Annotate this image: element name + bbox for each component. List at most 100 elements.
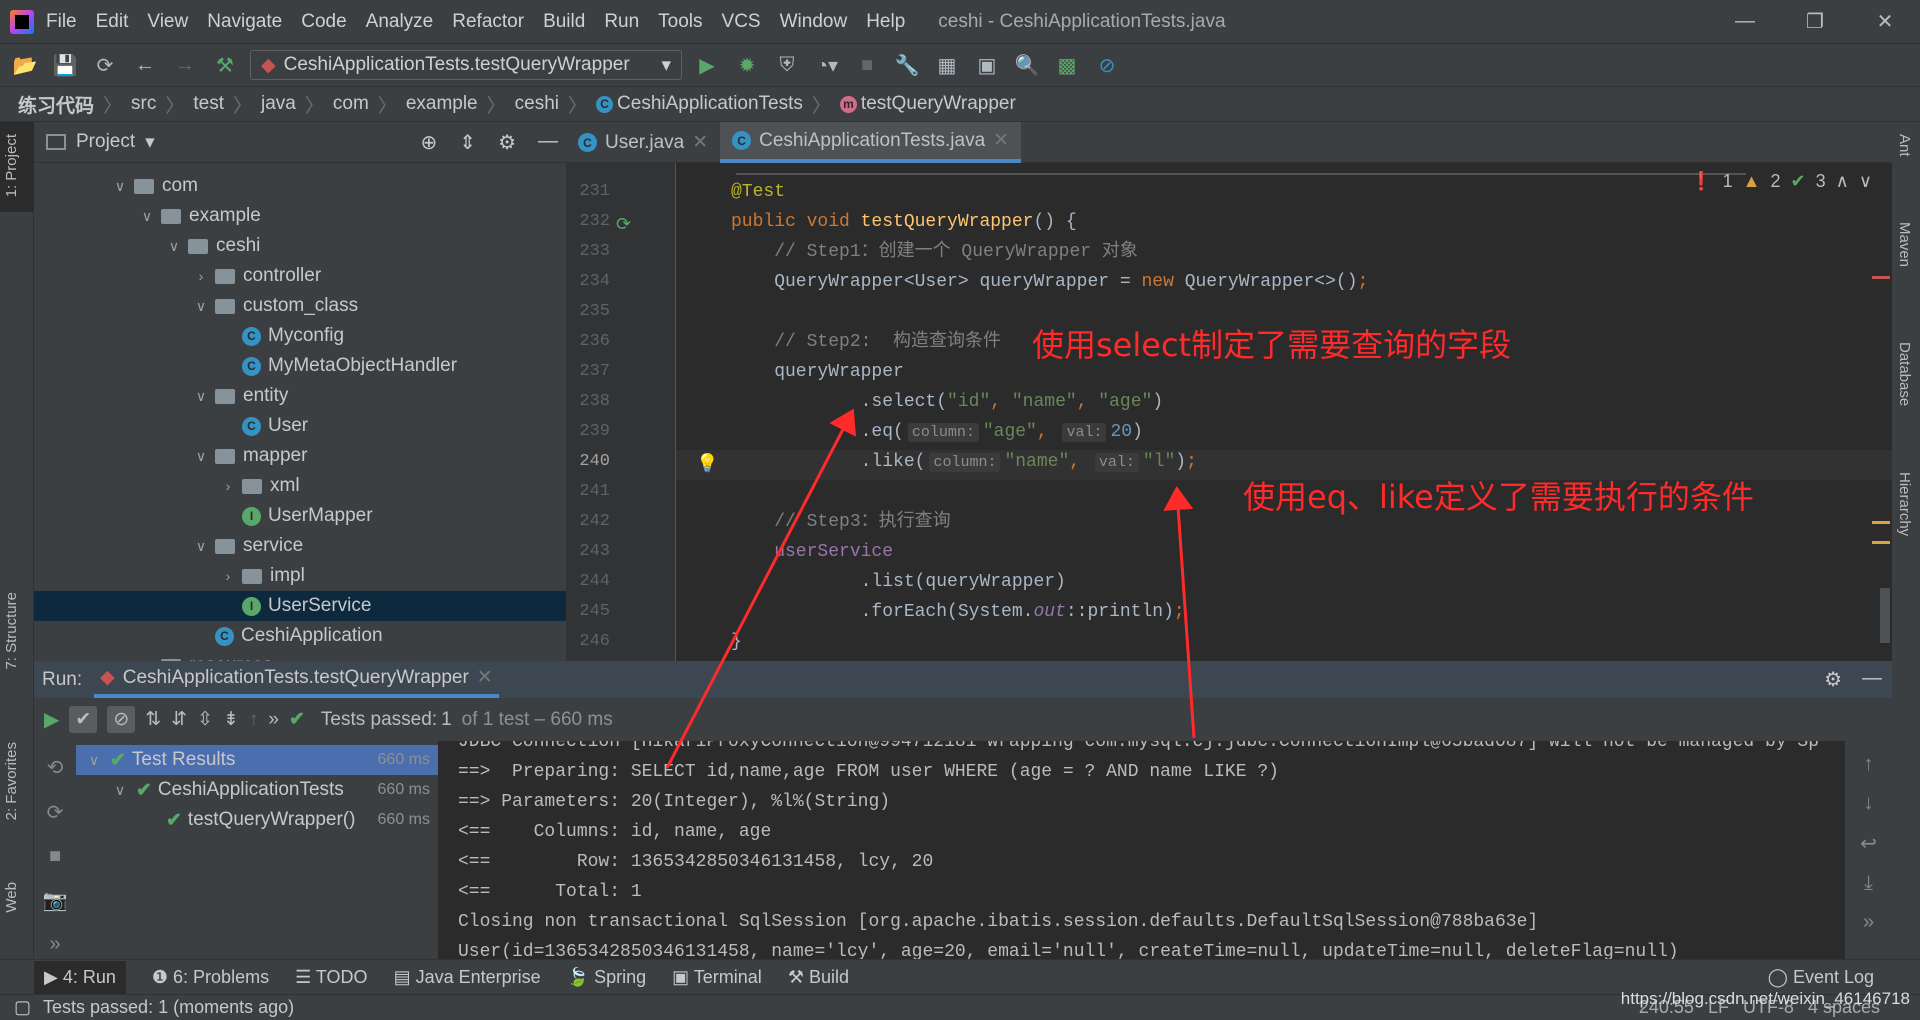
spring-tool-button[interactable]: 🍃 Spring [567, 967, 646, 988]
tab-ceshiapplicationtests-java[interactable]: C CeshiApplicationTests.java ✕ [720, 122, 1022, 163]
tree-item-example[interactable]: ∨ example [34, 201, 566, 231]
scroll-up-icon[interactable]: ↑ [1864, 753, 1874, 776]
menu-view[interactable]: View [147, 11, 188, 33]
stop-icon[interactable]: ■ [49, 845, 61, 868]
breadcrumb-method[interactable]: testQueryWrapper [861, 93, 1016, 115]
close-tab-icon[interactable]: ✕ [692, 131, 708, 154]
breadcrumb-src[interactable]: src [131, 93, 156, 115]
tree-item-xml[interactable]: › xml [34, 471, 566, 501]
collapse-all-icon[interactable]: ⇟ [223, 708, 239, 731]
run-icon[interactable]: ▶ [692, 53, 722, 78]
chevron-down-icon[interactable]: ∨ [112, 178, 128, 195]
tree-item-mapper[interactable]: ∨ mapper [34, 441, 566, 471]
tree-item-custom_class[interactable]: ∨ custom_class [34, 291, 566, 321]
tree-item-controller[interactable]: › controller [34, 261, 566, 291]
restore-icon[interactable]: ❐ [1780, 9, 1850, 34]
tree-item-ceshi[interactable]: ∨ ceshi [34, 231, 566, 261]
forward-icon[interactable]: → [170, 54, 200, 77]
chevron-right-icon[interactable]: › [220, 478, 236, 494]
show-ignored-icon[interactable]: ⊘ [107, 706, 136, 733]
sync-icon[interactable]: ⟳ [90, 53, 120, 78]
web-tool-tab[interactable]: Web [3, 882, 20, 913]
debug-icon[interactable]: ✹ [732, 53, 762, 78]
build-tool-button[interactable]: ⚒ Build [788, 967, 849, 988]
error-stripe-mark[interactable] [1872, 276, 1890, 279]
menu-run[interactable]: Run [604, 11, 639, 33]
settings-wrench-icon[interactable]: 🔧 [892, 53, 922, 78]
menu-file[interactable]: File [46, 11, 77, 33]
tree-item-myconfig[interactable]: C Myconfig [34, 321, 566, 351]
lightbulb-icon[interactable]: 💡 [696, 453, 718, 474]
java-enterprise-tool-button[interactable]: ▤ Java Enterprise [394, 967, 541, 988]
close-window-icon[interactable]: ✕ [1850, 9, 1920, 34]
maven-tool-tab[interactable]: Maven [1896, 222, 1913, 267]
save-icon[interactable]: 💾 [50, 53, 80, 78]
sort-alphabetically-icon[interactable]: ⇅ [145, 708, 161, 731]
hierarchy-tool-tab[interactable]: Hierarchy [1896, 472, 1913, 536]
chevron-down-icon[interactable]: ∨ [166, 238, 182, 255]
tree-item-ceshiapplication[interactable]: C CeshiApplication [34, 621, 566, 651]
chevron-down-icon[interactable]: ∨ [139, 208, 155, 225]
breadcrumb-test[interactable]: test [193, 93, 224, 115]
close-tab-icon[interactable]: ✕ [993, 129, 1009, 152]
history-icon[interactable]: ⟲ [47, 755, 64, 780]
screenshot-icon[interactable]: 📷 [43, 888, 68, 913]
menu-window[interactable]: Window [780, 11, 848, 33]
test-tree-item[interactable]: ∨ ✔ CeshiApplicationTests 660 ms [76, 775, 438, 805]
close-tab-icon[interactable]: ✕ [477, 666, 493, 689]
menu-refactor[interactable]: Refactor [452, 11, 524, 33]
activity-monitor-icon[interactable]: ▩ [1052, 53, 1082, 78]
next-highlight-icon[interactable]: ∨ [1859, 171, 1872, 192]
breadcrumb-ceshi[interactable]: ceshi [515, 93, 559, 115]
hide-icon[interactable]: — [1862, 667, 1882, 692]
chevron-down-icon[interactable]: ▾ [145, 131, 155, 154]
show-passed-icon[interactable]: ✔ [69, 706, 98, 733]
todo-tool-button[interactable]: ☰ TODO [295, 967, 367, 988]
terminal-icon[interactable]: ▣ [972, 53, 1002, 78]
run-tab[interactable]: ◆ CeshiApplicationTests.testQueryWrapper… [94, 661, 499, 698]
breadcrumb-example[interactable]: example [406, 93, 478, 115]
tree-item-userservice[interactable]: I UserService [34, 591, 566, 621]
chevron-right-icon[interactable]: › [220, 568, 236, 584]
problems-tool-button[interactable]: ❶ 6: Problems [152, 967, 269, 988]
warning-stripe-mark[interactable] [1872, 541, 1890, 544]
code-editor[interactable]: 231 232 233 234 235 236 237 238 239 240 241 242 243 2… [566, 163, 1892, 661]
project-panel-title[interactable]: Project [76, 131, 135, 153]
menu-navigate[interactable]: Navigate [207, 11, 282, 33]
chevron-down-icon[interactable]: ∨ [193, 388, 209, 405]
chevron-down-icon[interactable]: ∨ [112, 782, 128, 799]
collapse-all-icon[interactable]: ⇕ [459, 130, 476, 155]
project-tool-tab[interactable]: 1: Project [3, 134, 20, 197]
rerun-icon[interactable]: ▶ [44, 707, 59, 732]
previous-failed-icon[interactable]: ↑ [249, 709, 259, 731]
search-icon[interactable]: 🔍 [1012, 53, 1042, 78]
event-log-button[interactable]: ◯ Event Log [1768, 967, 1874, 988]
menu-help[interactable]: Help [866, 11, 905, 33]
editor-scrollbar[interactable] [1880, 588, 1890, 643]
tree-item-user[interactable]: C User [34, 411, 566, 441]
soft-wrap-icon[interactable]: ↩ [1860, 831, 1877, 856]
previous-highlight-icon[interactable]: ∧ [1836, 171, 1849, 192]
project-structure-icon[interactable]: ▦ [932, 53, 962, 78]
favorites-tool-tab[interactable]: 2: Favorites [3, 742, 20, 820]
menu-code[interactable]: Code [301, 11, 346, 33]
chevron-down-icon[interactable]: ∨ [193, 448, 209, 465]
scroll-down-icon[interactable]: ↓ [1864, 792, 1874, 815]
run-tool-button[interactable]: ▶ 4: Run [34, 960, 126, 994]
sort-by-duration-icon[interactable]: ⇵ [171, 708, 187, 731]
more-icon[interactable]: » [1863, 911, 1874, 934]
disable-icon[interactable]: ⊘ [1092, 53, 1122, 78]
tree-item-com[interactable]: ∨ com [34, 171, 566, 201]
inspection-widget[interactable]: ❗ 1 ▲ 2 ✔ 3 ∧ ∨ [1690, 171, 1872, 192]
test-tree-item[interactable]: ✔ testQueryWrapper() 660 ms [76, 805, 438, 835]
open-folder-icon[interactable]: 📂 [10, 53, 40, 78]
chevron-down-icon[interactable]: ∨ [193, 538, 209, 555]
console-output[interactable]: JDBC Connection [HikariProxyConnection@9… [438, 741, 1845, 959]
menu-build[interactable]: Build [543, 11, 585, 33]
expand-all-icon[interactable]: ⇳ [197, 708, 213, 731]
test-tree-item[interactable]: ∨ ✔ Test Results 660 ms [76, 745, 438, 775]
menu-tools[interactable]: Tools [658, 11, 702, 33]
ant-tool-tab[interactable]: Ant [1896, 134, 1913, 157]
tree-item-mymetaobjecthandler[interactable]: C MyMetaObjectHandler [34, 351, 566, 381]
breadcrumb-java[interactable]: java [261, 93, 296, 115]
